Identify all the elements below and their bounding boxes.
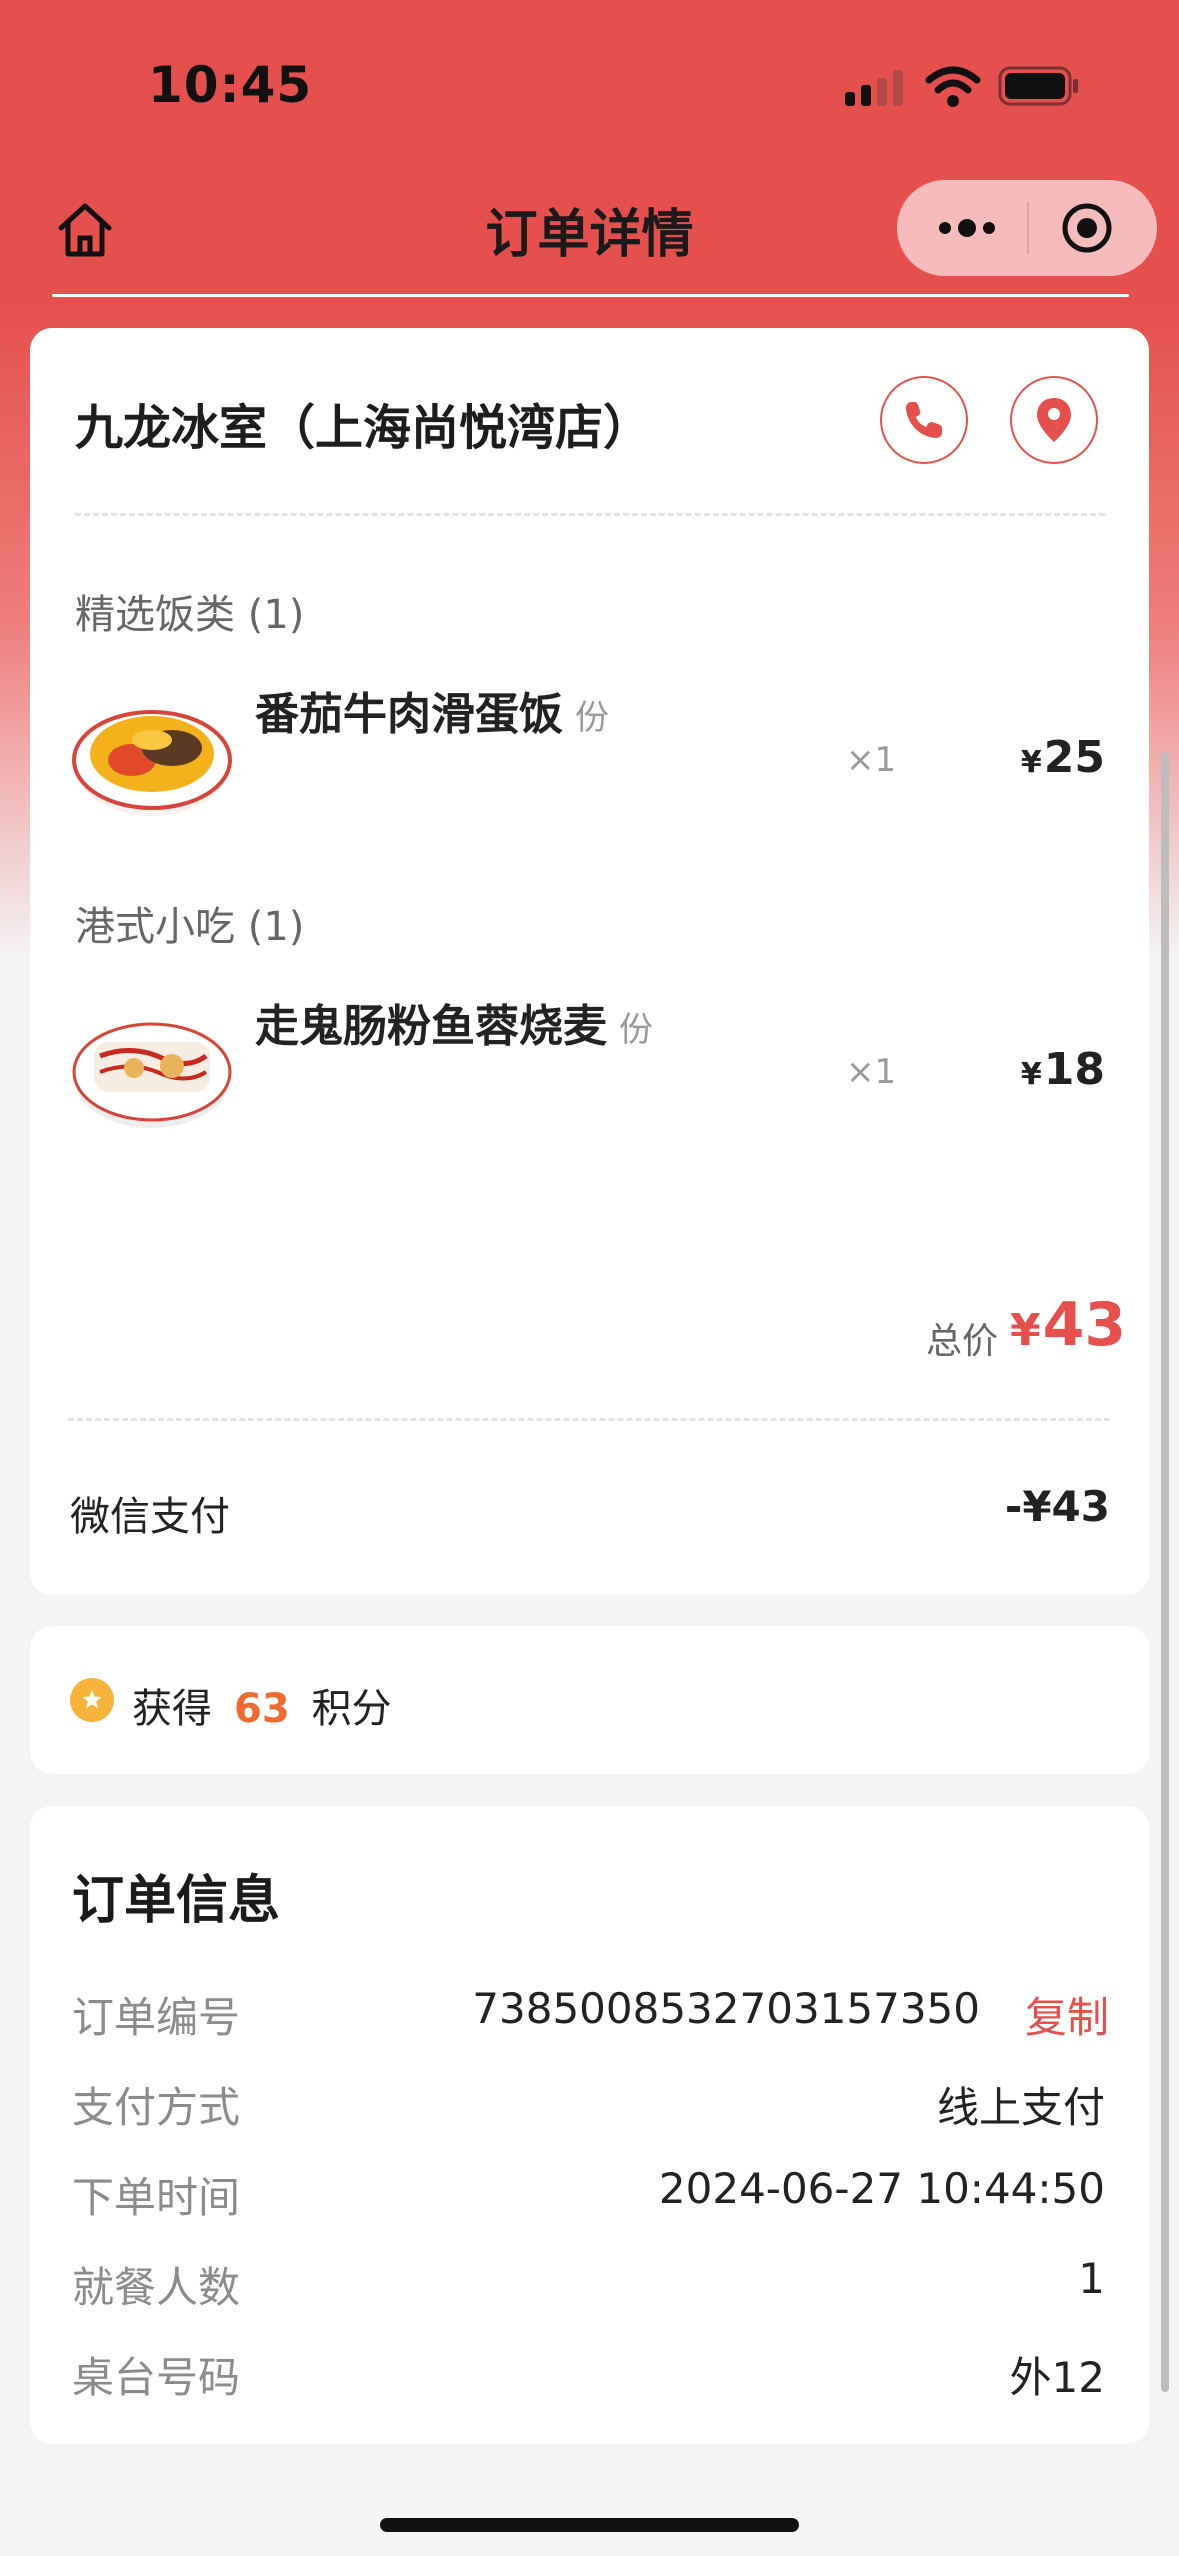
dish-name: 番茄牛肉滑蛋饭	[255, 689, 563, 740]
phone-icon	[906, 402, 942, 438]
diners-label: 就餐人数	[72, 2263, 241, 2312]
table-number-value: 外12	[1009, 2353, 1105, 2402]
store-divider	[75, 513, 1105, 516]
payment-amount: -¥43	[1004, 1482, 1110, 1531]
points-prefix: 获得	[132, 1686, 212, 1732]
currency-symbol: ¥	[1020, 1057, 1042, 1092]
dish-image	[72, 986, 232, 1146]
price-value: 18	[1043, 1044, 1105, 1095]
currency-symbol: ¥	[1020, 745, 1042, 780]
dish-name-row: 番茄牛肉滑蛋饭份	[255, 678, 609, 742]
dish-unit: 份	[575, 698, 609, 738]
mini-program-capsule	[897, 180, 1157, 276]
dish-price: ¥18	[960, 1044, 1105, 1095]
category-label: 港式小吃 (1)	[75, 904, 305, 950]
table-number-label: 桌台号码	[72, 2353, 241, 2402]
more-dots-icon	[939, 219, 995, 237]
copy-order-number-button[interactable]: 复制	[1025, 1984, 1109, 2045]
order-number-value: 7385008532703157350	[472, 1984, 980, 2033]
points-suffix: 积分	[311, 1686, 392, 1732]
capsule-divider	[1027, 202, 1029, 254]
points-value: 63	[234, 1686, 290, 1732]
call-store-button[interactable]	[880, 376, 968, 464]
dish-name: 走鬼肠粉鱼蓉烧麦	[255, 1001, 607, 1052]
close-target-icon	[1062, 203, 1112, 253]
points-earned: 获得 63 积分	[132, 1676, 392, 1734]
category-label: 精选饭类 (1)	[75, 592, 305, 638]
more-button[interactable]	[927, 200, 1007, 256]
diners-value: 1	[1078, 2254, 1105, 2303]
total-divider	[68, 1418, 1110, 1421]
total-amount: ¥43	[1010, 1290, 1126, 1360]
points-coin-icon	[70, 1678, 114, 1722]
wifi-icon	[925, 66, 981, 107]
dish-quantity: ×1	[846, 1052, 897, 1092]
currency-symbol: ¥	[1010, 1305, 1041, 1356]
dish-image	[72, 674, 232, 834]
dish-name-row: 走鬼肠粉鱼蓉烧麦份	[255, 990, 653, 1054]
payment-type-value: 线上支付	[936, 2083, 1105, 2132]
close-button[interactable]	[1047, 200, 1127, 256]
order-time-value: 2024-06-27 10:44:50	[658, 2164, 1105, 2213]
store-name: 九龙冰室（上海尚悦湾店）	[75, 400, 652, 456]
status-time: 10:45	[148, 56, 313, 114]
price-value: 25	[1043, 732, 1105, 783]
header-divider	[52, 294, 1129, 297]
cellular-signal-icon	[845, 70, 903, 106]
order-info-title: 订单信息	[72, 1871, 281, 1931]
dish-quantity: ×1	[846, 740, 897, 780]
total-label: 总价	[926, 1321, 999, 1362]
dish-unit: 份	[619, 1010, 653, 1050]
home-indicator[interactable]	[380, 2518, 799, 2532]
store-location-button[interactable]	[1010, 376, 1098, 464]
payment-method-label: 微信支付	[70, 1494, 230, 1540]
dish-price: ¥25	[960, 732, 1105, 783]
order-time-label: 下单时间	[72, 2173, 241, 2222]
location-pin-icon	[1037, 398, 1071, 442]
order-card	[30, 328, 1149, 1595]
payment-type-label: 支付方式	[72, 2083, 241, 2132]
battery-icon	[998, 66, 1078, 106]
total-value: 43	[1042, 1290, 1127, 1360]
scrollbar[interactable]	[1161, 752, 1169, 2392]
